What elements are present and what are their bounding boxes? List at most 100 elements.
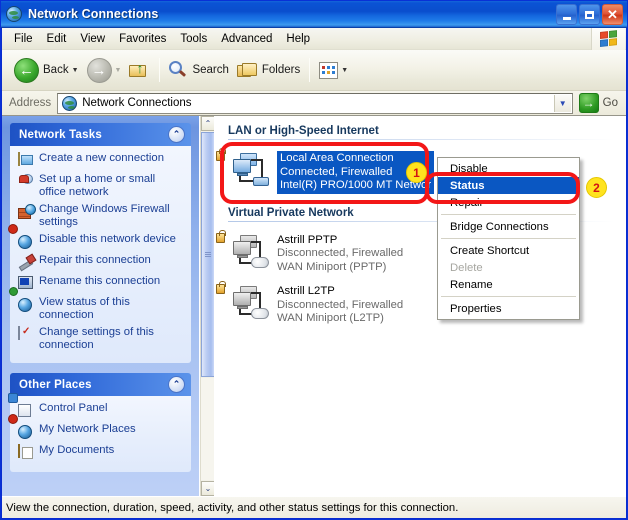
properties-icon: [18, 326, 34, 343]
sidebar-item-change-settings[interactable]: Change settings of this connection: [18, 326, 185, 352]
go-arrow-icon: →: [578, 93, 599, 113]
scrollbar-track[interactable]: [201, 378, 215, 480]
connection-name: Astrill L2TP: [277, 285, 335, 297]
folders-icon: [236, 62, 258, 79]
scrollbar-thumb[interactable]: [201, 132, 215, 377]
window-title: Network Connections: [28, 7, 159, 21]
window-controls: ✕: [556, 4, 623, 25]
vertical-scrollbar[interactable]: ⌃ ⌄: [200, 116, 215, 496]
context-menu-separator: [441, 214, 576, 215]
vpn-connection-icon: [216, 229, 272, 271]
sidebar-item-setup-home-network[interactable]: Set up a home or small office network: [18, 173, 185, 199]
sidebar-item-repair-connection[interactable]: Repair this connection: [18, 254, 185, 271]
context-menu-item-create-shortcut[interactable]: Create Shortcut: [438, 242, 579, 259]
sidebar-item-label: Rename this connection: [39, 275, 161, 287]
firewall-icon: [18, 204, 34, 220]
lan-connection-icon: [216, 148, 272, 189]
rename-icon: [18, 276, 34, 292]
context-menu-item-rename[interactable]: Rename: [438, 276, 579, 293]
close-button[interactable]: ✕: [602, 4, 623, 25]
sidebar-item-label: Change settings of this connection: [39, 326, 154, 351]
context-menu-item-delete: Delete: [450, 261, 483, 274]
panel-title: Network Tasks: [19, 128, 102, 141]
back-button[interactable]: ← Back ▼: [10, 54, 83, 86]
views-dropdown-icon[interactable]: ▼: [341, 67, 348, 74]
status-bar-text: View the connection, duration, speed, ac…: [6, 501, 459, 514]
sidebar-item-label: My Network Places: [39, 423, 136, 435]
search-button[interactable]: Search: [165, 54, 232, 86]
home-network-icon: [18, 174, 34, 190]
address-bar: Address Network Connections ▼ → Go: [2, 91, 626, 116]
menu-tools[interactable]: Tools: [173, 31, 214, 47]
title-bar: Network Connections ✕: [1, 1, 627, 28]
context-menu-item-properties[interactable]: Properties: [438, 300, 579, 317]
other-places-body: Control Panel My Network Places My Docum…: [10, 396, 191, 472]
other-places-header[interactable]: Other Places ⌃: [10, 373, 191, 396]
sidebar-item-label: Control Panel: [39, 402, 108, 414]
sidebar-item-label: My Documents: [39, 444, 115, 456]
scroll-down-button[interactable]: ⌄: [201, 481, 215, 496]
context-menu-item-bridge-connections[interactable]: Bridge Connections: [438, 218, 579, 235]
sidebar-item-create-new-connection[interactable]: Create a new connection: [18, 152, 185, 169]
sidebar-item-control-panel[interactable]: Control Panel: [18, 402, 185, 419]
context-menu-item-status[interactable]: Status: [438, 177, 579, 194]
network-globe-icon: [62, 95, 78, 111]
sidebar-item-label: Repair this connection: [39, 254, 151, 266]
maximize-button[interactable]: [579, 4, 600, 25]
context-menu-separator: [441, 238, 576, 239]
sidebar-item-my-network-places[interactable]: My Network Places: [18, 423, 185, 440]
status-bar: View the connection, duration, speed, ac…: [2, 496, 626, 518]
minimize-button[interactable]: [556, 4, 577, 25]
disable-device-icon: [18, 234, 34, 250]
menu-edit[interactable]: Edit: [40, 31, 74, 47]
sidebar-item-my-documents[interactable]: My Documents: [18, 444, 185, 461]
sidebar-item-rename-connection[interactable]: Rename this connection: [18, 275, 185, 292]
address-input[interactable]: Network Connections ▼: [57, 92, 573, 114]
vpn-connection-icon: [216, 281, 272, 322]
scroll-up-button[interactable]: ⌃: [201, 116, 215, 131]
forward-dropdown-icon: ▼: [114, 66, 122, 74]
view-status-icon: [18, 297, 34, 313]
network-tasks-header[interactable]: Network Tasks ⌃: [10, 123, 191, 146]
sidebar-item-view-status[interactable]: View status of this connection: [18, 296, 185, 322]
network-tasks-panel: Network Tasks ⌃ Create a new connection …: [10, 123, 191, 363]
my-documents-icon: [18, 444, 34, 461]
menu-favorites[interactable]: Favorites: [112, 31, 173, 47]
folders-button[interactable]: Folders: [233, 54, 304, 86]
menu-file[interactable]: File: [7, 31, 40, 47]
panel-title: Other Places: [19, 378, 92, 391]
chevron-down-icon[interactable]: ▼: [553, 94, 571, 112]
group-divider: [228, 139, 614, 140]
network-tasks-body: Create a new connection Set up a home or…: [10, 146, 191, 363]
search-magnifier-icon: [169, 60, 188, 80]
connection-name: Astrill PPTP: [277, 233, 338, 246]
views-button[interactable]: ▼: [315, 54, 352, 86]
connection-status: Disconnected, Firewalled: [277, 247, 404, 259]
back-dropdown-icon[interactable]: ▼: [72, 67, 79, 74]
sidebar-item-change-firewall-settings[interactable]: Change Windows Firewall settings: [18, 203, 185, 229]
sidebar-item-label: Change Windows Firewall settings: [39, 203, 170, 228]
chevron-up-icon[interactable]: ⌃: [168, 126, 185, 143]
views-icon: [319, 61, 339, 79]
go-button[interactable]: → Go: [573, 93, 626, 113]
up-button[interactable]: ↑: [125, 54, 154, 86]
forward-button[interactable]: → ▼: [83, 54, 126, 86]
forward-arrow-icon: →: [86, 57, 112, 83]
task-pane: Network Tasks ⌃ Create a new connection …: [2, 116, 199, 496]
menu-view[interactable]: View: [73, 31, 112, 47]
menu-bar: File Edit View Favorites Tools Advanced …: [2, 28, 626, 50]
context-menu-item-repair[interactable]: Repair: [438, 194, 579, 211]
connection-device: WAN Miniport (PPTP): [277, 260, 387, 273]
sidebar-item-disable-network-device[interactable]: Disable this network device: [18, 233, 185, 250]
scrollbar-grip: [205, 251, 211, 258]
connection-text: Astrill L2TP Disconnected, Firewalled WA…: [277, 284, 403, 326]
sidebar-item-label: View status of this connection: [39, 296, 130, 321]
menu-advanced[interactable]: Advanced: [214, 31, 279, 47]
group-header-label: LAN or High-Speed Internet: [228, 125, 379, 137]
toolbar: ← Back ▼ → ▼ ↑ Search Folders ▼: [2, 50, 626, 91]
context-menu-item-disable[interactable]: Disable: [438, 160, 579, 177]
chevron-up-icon[interactable]: ⌃: [168, 376, 185, 393]
menu-help[interactable]: Help: [279, 31, 317, 47]
address-value: Network Connections: [82, 97, 192, 109]
go-label: Go: [602, 97, 618, 109]
